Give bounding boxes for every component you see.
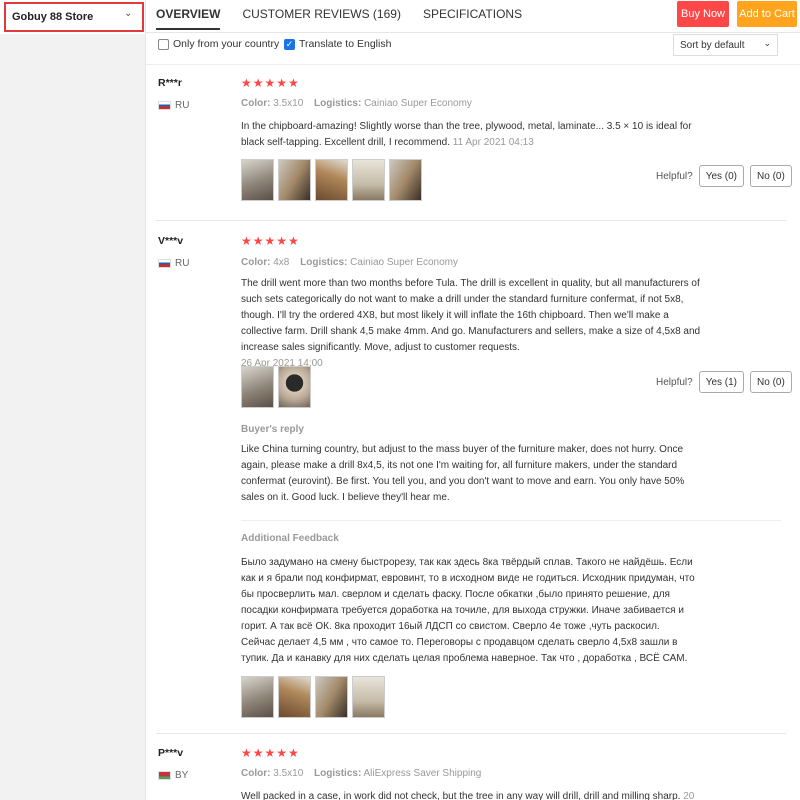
reviewer-name: R***r — [158, 77, 182, 89]
review-photo[interactable] — [241, 366, 274, 408]
additional-feedback-text: Было задумано на смену быстрорезу, так к… — [241, 557, 695, 664]
review-photos — [241, 366, 311, 408]
translate-filter[interactable]: ✓ Translate to English — [284, 38, 391, 50]
store-name: Gobuy 88 Store — [12, 11, 94, 23]
store-selector[interactable]: Gobuy 88 Store — [4, 2, 144, 32]
review-photo[interactable] — [352, 676, 385, 718]
helpful-label: Helpful? — [656, 376, 693, 388]
flag-icon — [158, 101, 171, 110]
review-item: P***v BY ★★★★★ Color: 3.5x10 Logistics: … — [146, 735, 800, 800]
review-photo[interactable] — [241, 159, 274, 201]
rating-stars: ★★★★★ — [241, 76, 300, 90]
review-body: The drill went more than two months befo… — [241, 278, 701, 353]
only-country-filter[interactable]: Only from your country — [158, 38, 279, 50]
sort-select[interactable]: Sort by default ⌄ — [673, 34, 778, 56]
review-date: 11 Apr 2021 04:13 — [452, 137, 534, 148]
logistics-value: Cainiao Super Economy — [364, 98, 472, 109]
translate-label: Translate to English — [299, 38, 392, 50]
divider — [146, 32, 800, 33]
buyers-reply-title: Buyer's reply — [241, 424, 304, 435]
review-photo[interactable] — [278, 676, 311, 718]
review-text: Well packed in a case, in work did not c… — [241, 789, 701, 800]
logistics-label: Logistics: — [314, 768, 362, 779]
tab-bar: OVERVIEW CUSTOMER REVIEWS (169) SPECIFIC… — [156, 0, 522, 30]
tab-overview[interactable]: OVERVIEW — [156, 0, 221, 30]
rating-stars: ★★★★★ — [241, 746, 300, 760]
only-country-checkbox[interactable] — [158, 38, 169, 50]
color-label: Color: — [241, 257, 271, 268]
reviewer-country: BY — [158, 770, 188, 781]
color-value: 3.5x10 — [273, 98, 304, 109]
review-photo[interactable] — [241, 676, 274, 718]
review-meta: Color: 4x8 Logistics: Cainiao Super Econ… — [241, 257, 466, 268]
review-text: In the chipboard-amazing! Slightly worse… — [241, 119, 701, 151]
reviewer-name: V***v — [158, 235, 184, 247]
helpful-yes-button[interactable]: Yes (0) — [698, 165, 745, 187]
reviewer-country: RU — [158, 100, 189, 111]
helpful-yes-button[interactable]: Yes (1) — [698, 371, 745, 393]
helpful-controls: Helpful? Yes (1) No (0) — [656, 371, 792, 393]
review-photo[interactable] — [315, 159, 348, 201]
only-country-label: Only from your country — [173, 38, 280, 50]
color-label: Color: — [241, 768, 271, 779]
divider — [156, 733, 786, 734]
flag-icon — [158, 259, 171, 268]
logistics-value: AliExpress Saver Shipping — [363, 768, 482, 779]
review-photos — [241, 676, 385, 718]
buyers-reply-text: Like China turning country, but adjust t… — [241, 444, 685, 503]
review-item: R***r RU ★★★★★ Color: 3.5x10 Logistics: … — [146, 65, 800, 225]
flag-icon — [158, 771, 171, 780]
review-photo[interactable] — [278, 159, 311, 201]
left-sidebar — [0, 34, 145, 800]
tab-customer-reviews[interactable]: CUSTOMER REVIEWS (169) — [242, 0, 400, 30]
additional-feedback-title: Additional Feedback — [241, 533, 339, 544]
helpful-no-button[interactable]: No (0) — [750, 165, 792, 187]
reviewer-name: P***v — [158, 747, 184, 759]
color-value: 3.5x10 — [273, 768, 304, 779]
translate-checkbox[interactable]: ✓ — [284, 38, 295, 50]
logistics-label: Logistics: — [314, 98, 362, 109]
add-to-cart-button[interactable]: Add to Cart — [737, 1, 797, 27]
review-meta: Color: 3.5x10 Logistics: AliExpress Save… — [241, 768, 489, 779]
reviewer-country: RU — [158, 258, 189, 269]
review-photos — [241, 159, 422, 201]
tab-specifications[interactable]: SPECIFICATIONS — [423, 0, 522, 30]
color-label: Color: — [241, 98, 271, 109]
chevron-down-icon[interactable]: ⌄ — [124, 8, 132, 19]
logistics-value: Cainiao Super Economy — [350, 257, 458, 268]
logistics-label: Logistics: — [300, 257, 348, 268]
review-photo[interactable] — [352, 159, 385, 201]
helpful-no-button[interactable]: No (0) — [750, 371, 792, 393]
country-code: RU — [175, 100, 190, 111]
color-value: 4x8 — [273, 257, 290, 268]
rating-stars: ★★★★★ — [241, 234, 300, 248]
review-photo[interactable] — [389, 159, 422, 201]
review-item: V***v RU ★★★★★ Color: 4x8 Logistics: Cai… — [146, 220, 800, 740]
review-body: Well packed in a case, in work did not c… — [241, 791, 681, 800]
divider — [241, 520, 781, 521]
review-text: The drill went more than two months befo… — [241, 276, 701, 372]
sort-value: Sort by default — [680, 39, 745, 51]
helpful-label: Helpful? — [656, 170, 693, 182]
buy-now-button[interactable]: Buy Now — [677, 1, 729, 27]
country-code: BY — [175, 770, 189, 781]
review-photo[interactable] — [278, 366, 311, 408]
review-meta: Color: 3.5x10 Logistics: Cainiao Super E… — [241, 98, 480, 109]
country-code: RU — [175, 258, 190, 269]
review-photo[interactable] — [315, 676, 348, 718]
helpful-controls: Helpful? Yes (0) No (0) — [656, 165, 792, 187]
chevron-down-icon: ⌄ — [763, 38, 771, 48]
